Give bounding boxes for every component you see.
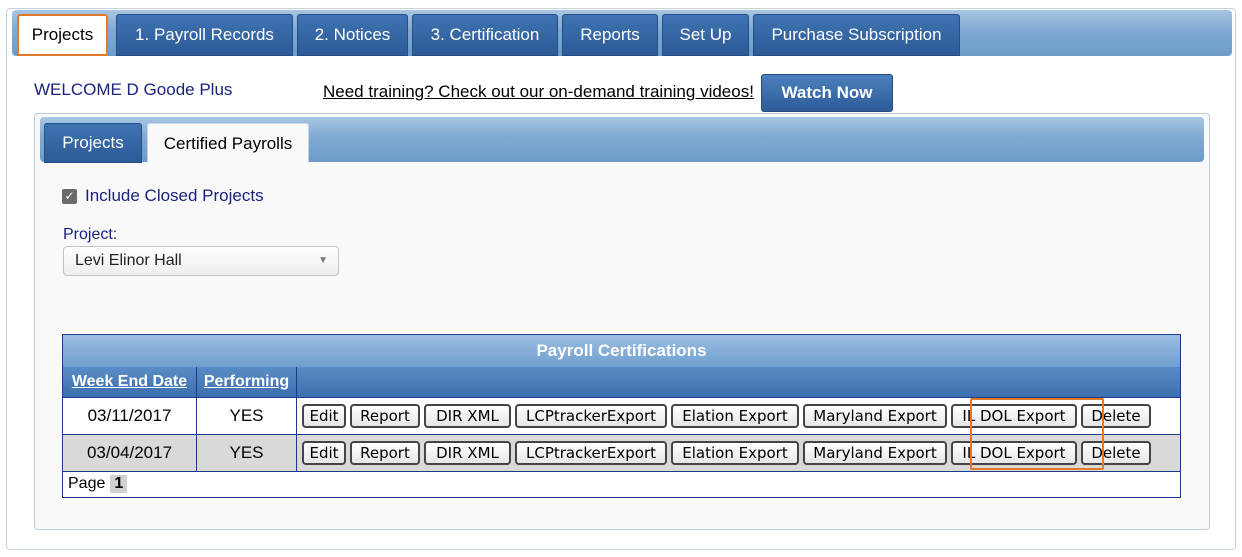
inner-tab-projects[interactable]: Projects (44, 123, 142, 163)
row1-edit-button[interactable]: Edit (302, 404, 346, 428)
row2-edit-button[interactable]: Edit (302, 441, 346, 465)
row2-il-dol-export-button[interactable]: IL DOL Export (951, 441, 1077, 465)
row1-elation-export-button[interactable]: Elation Export (671, 404, 799, 428)
row2-maryland-export-button[interactable]: Maryland Export (803, 441, 947, 465)
grid-footer-divider (63, 471, 1180, 472)
row2-performing: YES (197, 434, 297, 471)
include-closed-row[interactable]: ✓ Include Closed Projects (62, 186, 264, 206)
tab-payroll-records[interactable]: 1. Payroll Records (116, 14, 293, 56)
row1-il-dol-export-button[interactable]: IL DOL Export (951, 404, 1077, 428)
row1-actions: Edit Report DIR XML LCPtrackerExport Ela… (297, 397, 1180, 434)
include-closed-checkbox[interactable]: ✓ (62, 188, 77, 204)
tab-reports[interactable]: Reports (562, 14, 658, 56)
tab-set-up[interactable]: Set Up (662, 14, 749, 56)
payroll-certifications-grid: Payroll Certifications Week End Date Per… (62, 334, 1181, 498)
row1-dir-xml-button[interactable]: DIR XML (424, 404, 511, 428)
tab-notices[interactable]: 2. Notices (297, 14, 408, 56)
grid-title: Payroll Certifications (63, 335, 1180, 367)
header-week-end-date[interactable]: Week End Date (63, 367, 197, 397)
project-label: Project: (63, 226, 118, 243)
pager: Page 1 (68, 475, 128, 493)
welcome-text: WELCOME D Goode Plus (34, 80, 233, 99)
project-select[interactable]: Levi Elinor Hall ▼ (63, 246, 339, 276)
row2-date: 03/04/2017 (63, 434, 197, 471)
tab-projects[interactable]: Projects (17, 14, 108, 56)
training-link[interactable]: Need training? Check out our on-demand t… (323, 82, 754, 102)
row2-lcptracker-export-button[interactable]: LCPtrackerExport (515, 441, 667, 465)
row2-elation-export-button[interactable]: Elation Export (671, 441, 799, 465)
row1-performing: YES (197, 397, 297, 434)
header-performing[interactable]: Performing (197, 367, 297, 397)
row1-report-button[interactable]: Report (350, 404, 420, 428)
row2-dir-xml-button[interactable]: DIR XML (424, 441, 511, 465)
include-closed-label: Include Closed Projects (85, 186, 264, 205)
row2-delete-button[interactable]: Delete (1081, 441, 1151, 465)
row1-date: 03/11/2017 (63, 397, 197, 434)
page-number[interactable]: 1 (110, 475, 128, 493)
inner-tab-certified-payrolls[interactable]: Certified Payrolls (147, 123, 309, 163)
row2-actions: Edit Report DIR XML LCPtrackerExport Ela… (297, 434, 1180, 471)
project-selected-value: Levi Elinor Hall (75, 252, 182, 269)
row1-delete-button[interactable]: Delete (1081, 404, 1151, 428)
row1-lcptracker-export-button[interactable]: LCPtrackerExport (515, 404, 667, 428)
row2-report-button[interactable]: Report (350, 441, 420, 465)
chevron-down-icon: ▼ (318, 255, 328, 266)
tab-purchase-subscription[interactable]: Purchase Subscription (753, 14, 960, 56)
header-actions (297, 367, 1180, 397)
watch-now-button[interactable]: Watch Now (761, 74, 893, 112)
tab-certification[interactable]: 3. Certification (412, 14, 558, 56)
page-label: Page (68, 475, 106, 492)
row1-maryland-export-button[interactable]: Maryland Export (803, 404, 947, 428)
